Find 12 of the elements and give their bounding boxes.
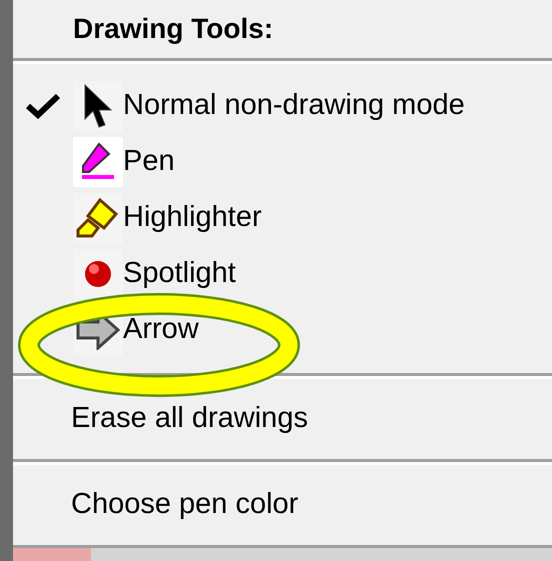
menu-item[interactable]: Pen [13, 136, 552, 187]
taskbar-button[interactable] [13, 548, 91, 561]
menu-title: Drawing Tools: [73, 12, 274, 46]
menu-item[interactable]: Choose pen color [13, 465, 552, 545]
highlighter-icon [76, 196, 120, 240]
pen-icon [81, 142, 115, 182]
menu-item[interactable]: Erase all drawings [13, 379, 552, 459]
pointer-icon [83, 82, 113, 128]
menu-item[interactable]: Arrow [13, 304, 552, 355]
menu-item[interactable]: Highlighter [13, 192, 552, 243]
menu-item[interactable]: Spotlight [13, 248, 552, 299]
menu-item[interactable]: Normal non-drawing mode [13, 80, 552, 131]
